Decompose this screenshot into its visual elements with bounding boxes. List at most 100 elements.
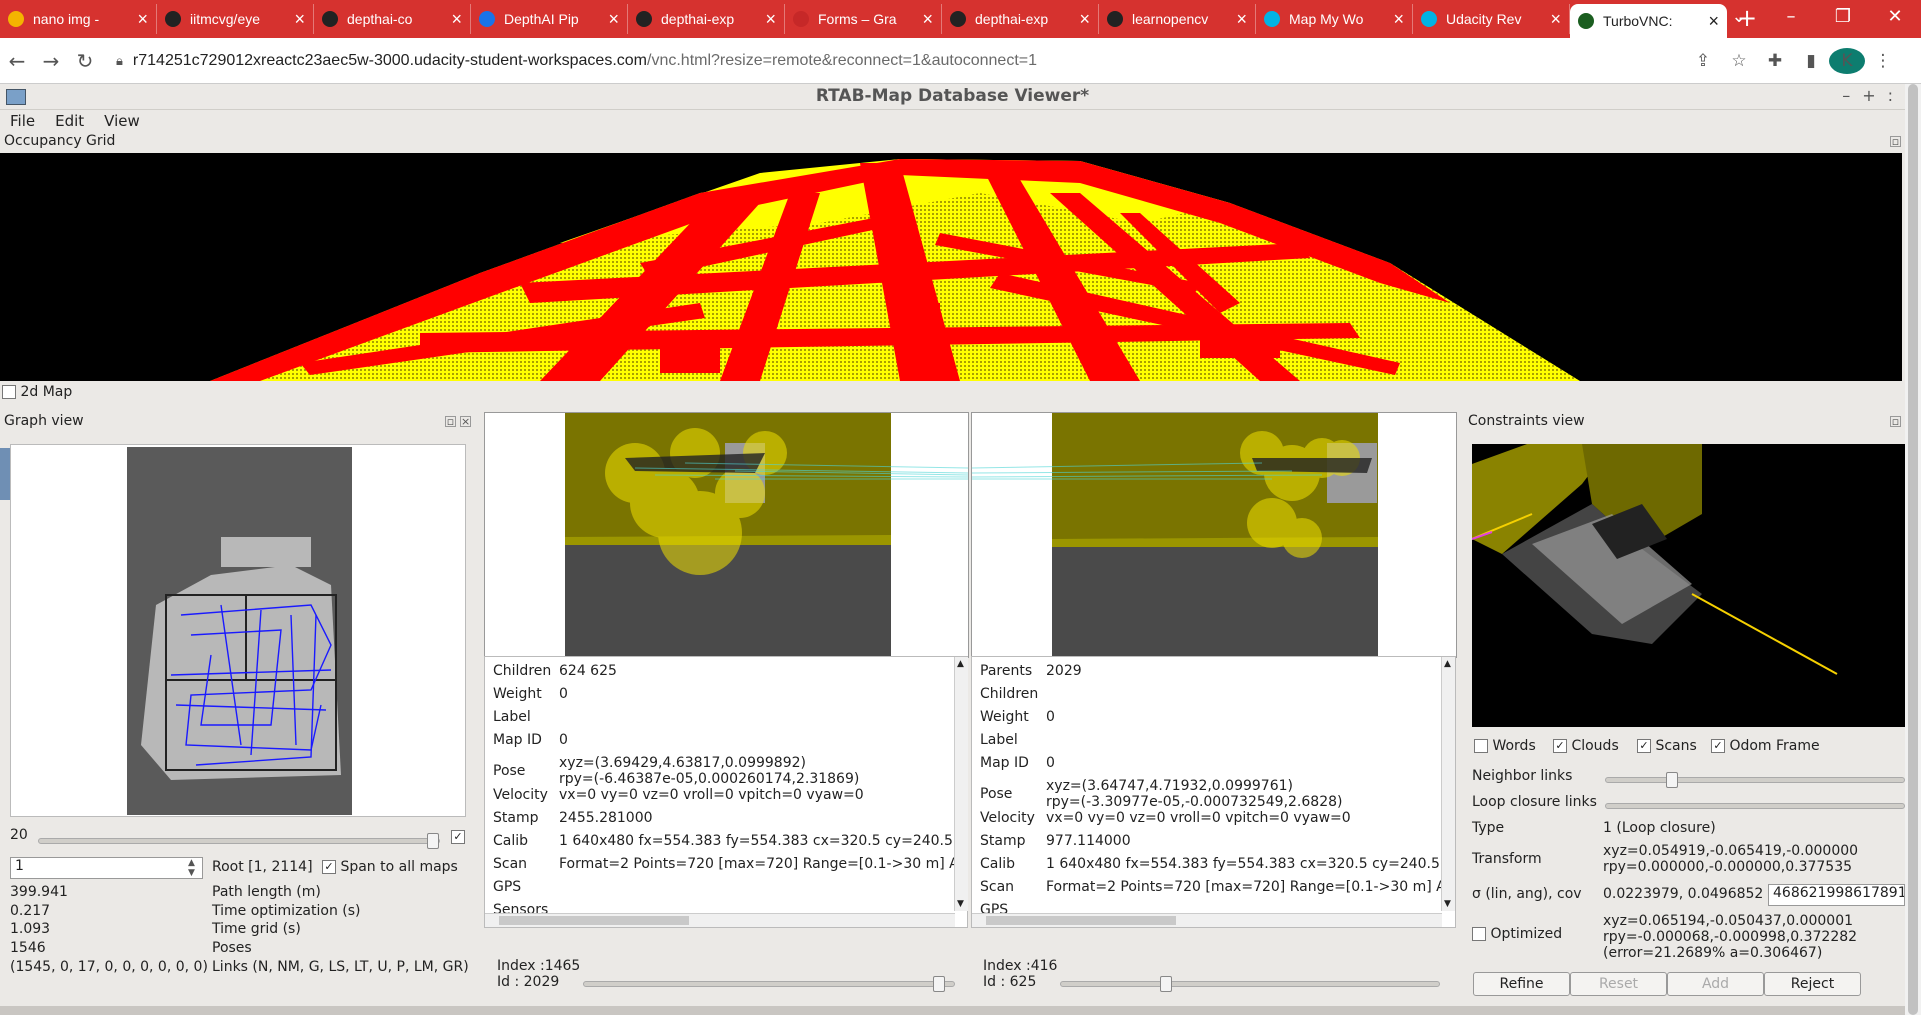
- left-node-slider[interactable]: [583, 976, 955, 992]
- right-info-hscroll[interactable]: [972, 913, 1442, 927]
- tab-close-icon[interactable]: ×: [1236, 10, 1247, 28]
- tab-close-icon[interactable]: ×: [451, 10, 462, 28]
- app-maximize-button[interactable]: +: [1862, 86, 1875, 105]
- tab-close-icon[interactable]: ×: [765, 10, 776, 28]
- restore-button[interactable]: ❐: [1817, 0, 1869, 34]
- info-value: xyz=(3.69429,4.63817,0.0999892): [559, 755, 806, 771]
- minimize-button[interactable]: –: [1765, 0, 1817, 34]
- type-label: Type: [1472, 820, 1505, 836]
- left-slider-knob[interactable]: [933, 976, 946, 992]
- menu-edit[interactable]: Edit: [45, 110, 94, 132]
- browser-tab[interactable]: Udacity Rev ×: [1413, 4, 1570, 34]
- app-close-button[interactable]: :: [1888, 86, 1893, 105]
- info-row: GPS: [493, 879, 559, 895]
- checkbox[interactable]: ✓: [1711, 739, 1725, 753]
- left-info-vscroll[interactable]: ▲ ▼: [954, 657, 968, 911]
- browser-tab[interactable]: Forms – Gra ×: [785, 4, 942, 34]
- constraints-3d-view[interactable]: [1472, 444, 1905, 727]
- browser-tab[interactable]: depthai-exp ×: [942, 4, 1099, 34]
- transform-rpy: rpy=0.000000,-0.000000,0.377535: [1603, 859, 1853, 875]
- browser-tab[interactable]: DepthAI Pip ×: [471, 4, 628, 34]
- right-node-slider[interactable]: [1060, 976, 1440, 992]
- browser-tab[interactable]: depthai-co ×: [314, 4, 471, 34]
- reject-button[interactable]: Reject: [1764, 972, 1861, 996]
- browser-tab[interactable]: TurboVNC: ×: [1570, 4, 1727, 38]
- page-scrollbar[interactable]: [1905, 84, 1921, 1015]
- url-field[interactable]: 🔒︎ r714251c729012xreactc23aec5w-3000.uda…: [108, 44, 1685, 77]
- constraint-option-odom-frame[interactable]: ✓ Odom Frame: [1711, 738, 1820, 754]
- back-button[interactable]: ←: [0, 49, 34, 73]
- browser-tab[interactable]: iitmcvg/eye ×: [157, 4, 314, 34]
- dock-float-icon[interactable]: ▫: [1890, 136, 1901, 147]
- browser-tab[interactable]: learnopencv ×: [1099, 4, 1256, 34]
- info-row: Parents 2029: [980, 663, 1082, 679]
- reload-button[interactable]: ↻: [68, 49, 102, 73]
- info-value: 977.114000: [1046, 833, 1131, 849]
- tab-close-icon[interactable]: ×: [137, 10, 148, 28]
- profile-avatar[interactable]: K: [1829, 47, 1865, 74]
- constraint-option-words[interactable]: Words: [1474, 738, 1536, 754]
- tab-close-icon[interactable]: ×: [608, 10, 619, 28]
- checkbox[interactable]: ✓: [1553, 739, 1567, 753]
- bookmark-star-icon[interactable]: ☆: [1721, 51, 1757, 71]
- root-spinner-icon[interactable]: ▲ ▼: [188, 858, 195, 878]
- tab-title: TurboVNC:: [1603, 13, 1673, 29]
- reset-button[interactable]: Reset: [1570, 972, 1667, 996]
- checkbox[interactable]: ✓: [1637, 739, 1651, 753]
- tab-close-icon[interactable]: ×: [1393, 10, 1404, 28]
- add-button[interactable]: Add: [1667, 972, 1764, 996]
- info-row: Map ID 0: [493, 732, 568, 748]
- graph-float-icon[interactable]: ▫: [445, 416, 456, 427]
- covariance-field[interactable]: 468621998617891: [1768, 884, 1905, 906]
- left-image-view[interactable]: [484, 412, 969, 658]
- forward-button[interactable]: →: [34, 49, 68, 73]
- graph-slider-checkbox[interactable]: ✓: [451, 830, 465, 844]
- close-window-button[interactable]: ✕: [1869, 0, 1921, 34]
- graph-iteration-slider[interactable]: [38, 833, 440, 849]
- tab-close-icon[interactable]: ×: [1079, 10, 1090, 28]
- right-image-view[interactable]: [971, 412, 1457, 658]
- tab-close-icon[interactable]: ×: [1550, 10, 1561, 28]
- menu-kebab-icon[interactable]: ⋮: [1865, 51, 1901, 71]
- checkbox[interactable]: [1474, 739, 1488, 753]
- constraint-option-clouds[interactable]: ✓ Clouds: [1553, 738, 1619, 754]
- app-minimize-button[interactable]: –: [1842, 86, 1850, 105]
- optimized-checkbox[interactable]: [1472, 927, 1486, 941]
- map2d-checkbox[interactable]: [2, 385, 16, 399]
- neighbor-slider-knob[interactable]: [1666, 772, 1678, 788]
- span-all-maps-toggle[interactable]: ✓ Span to all maps: [322, 859, 458, 875]
- graph-view-canvas[interactable]: [10, 444, 466, 817]
- side-panel-icon[interactable]: ▮: [1793, 51, 1829, 71]
- browser-tab[interactable]: depthai-exp ×: [628, 4, 785, 34]
- tab-title: Forms – Gra: [818, 11, 897, 27]
- tab-search-icon[interactable]: ⌄: [1713, 0, 1765, 34]
- right-info-vscroll[interactable]: ▲ ▼: [1441, 657, 1455, 911]
- tab-title: nano img -: [33, 11, 100, 27]
- neighbor-links-slider[interactable]: [1605, 772, 1905, 788]
- optimized-rpy: rpy=-0.000068,-0.000998,0.372282: [1603, 929, 1858, 945]
- right-slider-knob[interactable]: [1160, 976, 1173, 992]
- menu-file[interactable]: File: [0, 110, 45, 132]
- github-icon: [950, 11, 966, 27]
- refine-button[interactable]: Refine: [1473, 972, 1570, 996]
- window-controls: ⌄ – ❐ ✕: [1713, 0, 1921, 34]
- span-all-maps-checkbox[interactable]: ✓: [322, 860, 336, 874]
- root-input[interactable]: 1: [10, 857, 203, 879]
- graph-slider-knob[interactable]: [427, 833, 439, 849]
- left-info-hscroll[interactable]: [485, 913, 955, 927]
- constraints-float-icon[interactable]: ▫: [1890, 416, 1901, 427]
- occupancy-grid-view[interactable]: [0, 153, 1902, 381]
- map2d-toggle[interactable]: 2d Map: [2, 384, 72, 400]
- constraint-option-scans[interactable]: ✓ Scans: [1637, 738, 1697, 754]
- tab-close-icon[interactable]: ×: [294, 10, 305, 28]
- tab-close-icon[interactable]: ×: [922, 10, 933, 28]
- browser-tab[interactable]: nano img - ×: [0, 4, 157, 34]
- graph-close-icon[interactable]: ×: [460, 416, 471, 427]
- extensions-icon[interactable]: ✚: [1757, 51, 1793, 71]
- info-value: Format=2 Points=720 [max=720] Range=[0.1…: [1046, 879, 1446, 895]
- share-icon[interactable]: ⇪: [1685, 51, 1721, 71]
- menu-view[interactable]: View: [94, 110, 150, 132]
- optimized-toggle[interactable]: Optimized: [1472, 926, 1562, 942]
- loop-closure-slider[interactable]: [1605, 803, 1905, 809]
- browser-tab[interactable]: Map My Wo ×: [1256, 4, 1413, 34]
